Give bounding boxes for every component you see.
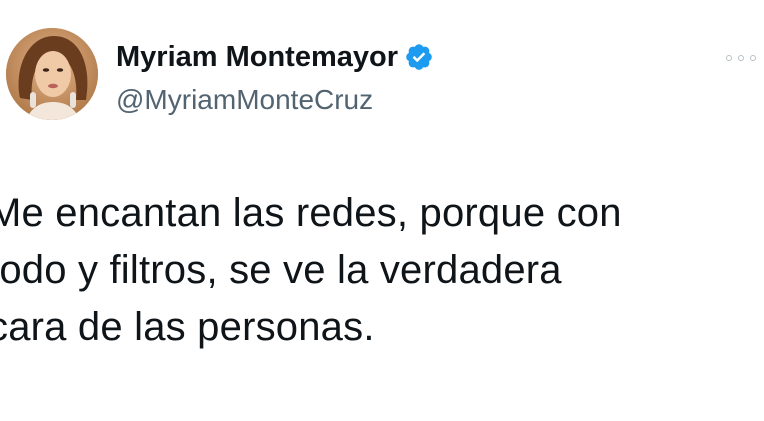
author-name-row: Myriam Montemayor <box>116 40 434 74</box>
tweet-text-line: todo y filtros, se ve la verdadera <box>0 248 562 292</box>
more-options-icon[interactable] <box>726 48 756 68</box>
tweet-text-line: Me encantan las redes, porque con <box>0 191 622 235</box>
dot <box>738 55 744 61</box>
tweet: Myriam Montemayor @MyriamMonteCruz Me en… <box>0 0 764 421</box>
dot <box>726 55 732 61</box>
author-display-name[interactable]: Myriam Montemayor <box>116 40 398 74</box>
dot <box>750 55 756 61</box>
tweet-text: Me encantan las redes, porque con todo y… <box>0 185 764 356</box>
tweet-text-line: cara de las personas. <box>0 305 375 349</box>
avatar[interactable] <box>6 28 98 120</box>
verified-badge-icon <box>404 42 434 72</box>
profile-photo-icon <box>6 28 98 120</box>
author-handle[interactable]: @MyriamMonteCruz <box>116 84 373 116</box>
